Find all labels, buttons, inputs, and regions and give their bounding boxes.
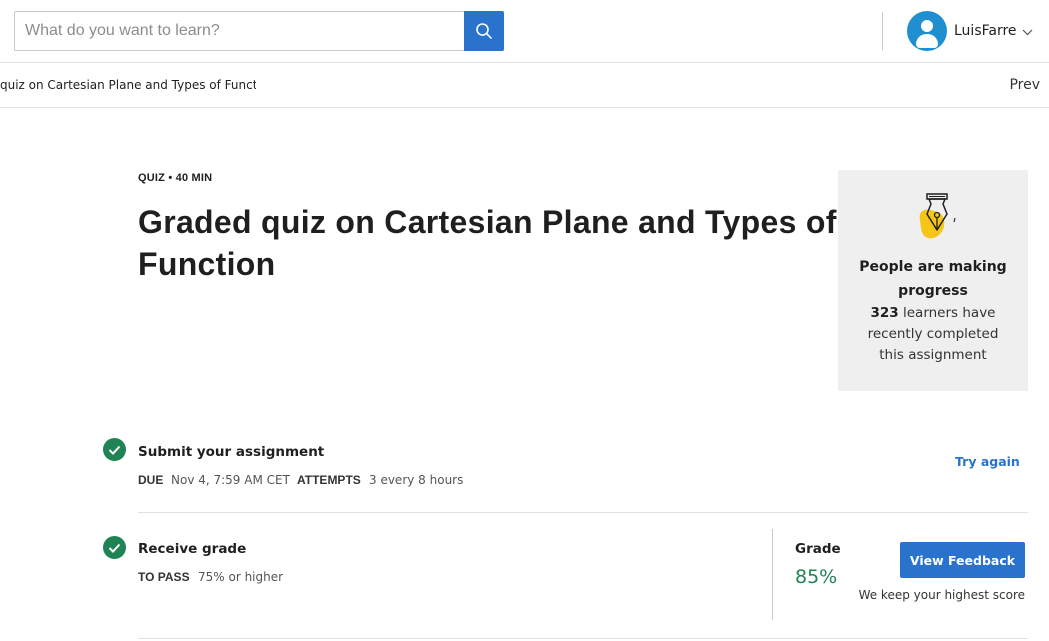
view-feedback-button[interactable]: View Feedback: [900, 542, 1025, 578]
attempts-value: 3 every 8 hours: [369, 473, 464, 487]
grade-value: 85%: [795, 566, 838, 588]
prev-link[interactable]: Prev: [1009, 77, 1040, 93]
item-nav-bar: quiz on Cartesian Plane and Types of Fun…: [0, 63, 1049, 108]
row-divider: [138, 512, 1028, 513]
receive-grade-title: Receive grade: [138, 541, 247, 557]
due-label: DUE: [138, 473, 164, 487]
user-menu[interactable]: LuisFarre: [907, 11, 1033, 51]
grade-label: Grade: [795, 541, 841, 557]
search-input[interactable]: [14, 11, 465, 51]
user-name: LuisFarre: [954, 23, 1017, 39]
submit-assignment-title: Submit your assignment: [138, 444, 325, 460]
breadcrumb-item-title: quiz on Cartesian Plane and Types of Fun…: [0, 78, 256, 92]
to-pass-value: 75% or higher: [198, 570, 284, 584]
search-button[interactable]: [464, 11, 504, 51]
check-circle-icon: [103, 438, 126, 461]
page-title: Graded quiz on Cartesian Plane and Types…: [138, 204, 837, 282]
grade-divider: [772, 529, 773, 620]
check-circle-icon: [103, 536, 126, 559]
chevron-down-icon: [1022, 29, 1032, 35]
try-again-button[interactable]: Try again: [955, 454, 1020, 469]
pen-nib-icon: [919, 193, 956, 239]
to-pass-label: TO PASS: [138, 570, 190, 584]
progress-card-text: 323 learners have recently completed thi…: [838, 303, 1028, 366]
header-divider: [882, 12, 883, 50]
highest-score-note: We keep your highest score: [858, 588, 1025, 602]
search-icon: [476, 23, 492, 39]
avatar-icon: [907, 11, 947, 51]
progress-card-heading: People are making progress: [859, 259, 1007, 299]
attempts-label: ATTEMPTS: [297, 473, 361, 487]
item-kicker: QUIZ • 40 MIN: [138, 172, 213, 184]
top-bar: LuisFarre: [0, 0, 1049, 63]
progress-card: People are making progress 323 learners …: [838, 170, 1028, 391]
learner-count: 323: [870, 305, 899, 321]
row-divider: [138, 638, 1028, 639]
due-value: Nov 4, 7:59 AM CET: [171, 473, 290, 487]
